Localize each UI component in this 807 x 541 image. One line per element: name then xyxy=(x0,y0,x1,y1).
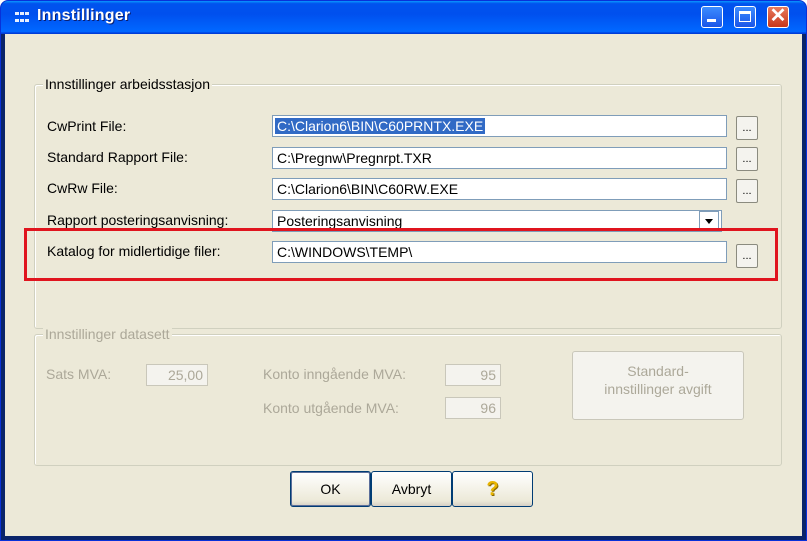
chevron-down-icon xyxy=(705,219,713,224)
ok-button[interactable]: OK xyxy=(290,471,371,507)
help-button[interactable]: ? xyxy=(452,471,533,507)
window-title: Innstillinger xyxy=(37,7,131,24)
cwrw-file-browse-button[interactable]: ... xyxy=(736,179,758,203)
highlight-box xyxy=(24,228,778,281)
konto-utgaende-label: Konto utgående MVA: xyxy=(263,400,399,416)
maximize-button[interactable] xyxy=(734,6,756,28)
standard-button-line2: innstillinger avgift xyxy=(604,381,712,397)
standard-innstillinger-avgift-button: Standard- innstillinger avgift xyxy=(572,351,744,420)
cwprint-file-browse-button[interactable]: ... xyxy=(736,116,758,140)
cancel-button[interactable]: Avbryt xyxy=(371,471,452,507)
workstation-group-title: Innstillinger arbeidsstasjon xyxy=(43,76,212,92)
sats-mva-label: Sats MVA: xyxy=(46,366,112,382)
close-icon: ✕ xyxy=(769,5,787,27)
standard-button-line1: Standard- xyxy=(627,363,689,379)
cwprint-file-value: C:\Clarion6\BIN\C60PRNTX.EXE xyxy=(275,118,486,134)
konto-inngaende-label: Konto inngående MVA: xyxy=(263,366,406,382)
close-button[interactable]: ✕ xyxy=(767,5,789,28)
rapport-posteringsanvisning-label: Rapport posteringsanvisning: xyxy=(47,212,229,228)
dataset-group-title: Innstillinger datasett xyxy=(43,326,172,342)
maximize-icon xyxy=(739,11,751,22)
sats-mva-field: 25,00 xyxy=(146,364,208,386)
app-icon xyxy=(15,12,29,24)
standard-rapport-file-browse-button[interactable]: ... xyxy=(736,147,758,171)
standard-rapport-file-input[interactable]: C:\Pregnw\Pregnrpt.TXR xyxy=(272,147,727,169)
dialog-client-area: Innstillinger arbeidsstasjon CwPrint Fil… xyxy=(5,34,802,536)
help-icon: ? xyxy=(486,478,499,500)
standard-rapport-file-label: Standard Rapport File: xyxy=(47,149,188,165)
cwprint-file-label: CwPrint File: xyxy=(47,118,127,134)
cwrw-file-input[interactable]: C:\Clarion6\BIN\C60RW.EXE xyxy=(272,178,727,200)
minimize-button[interactable] xyxy=(701,6,723,28)
minimize-icon xyxy=(707,19,716,22)
cwrw-file-label: CwRw File: xyxy=(47,180,118,196)
konto-inngaende-field: 95 xyxy=(445,364,501,386)
title-bar[interactable]: Innstillinger ✕ xyxy=(1,1,806,34)
konto-utgaende-field: 96 xyxy=(445,397,501,419)
cwprint-file-input[interactable]: C:\Clarion6\BIN\C60PRNTX.EXE xyxy=(272,115,727,137)
